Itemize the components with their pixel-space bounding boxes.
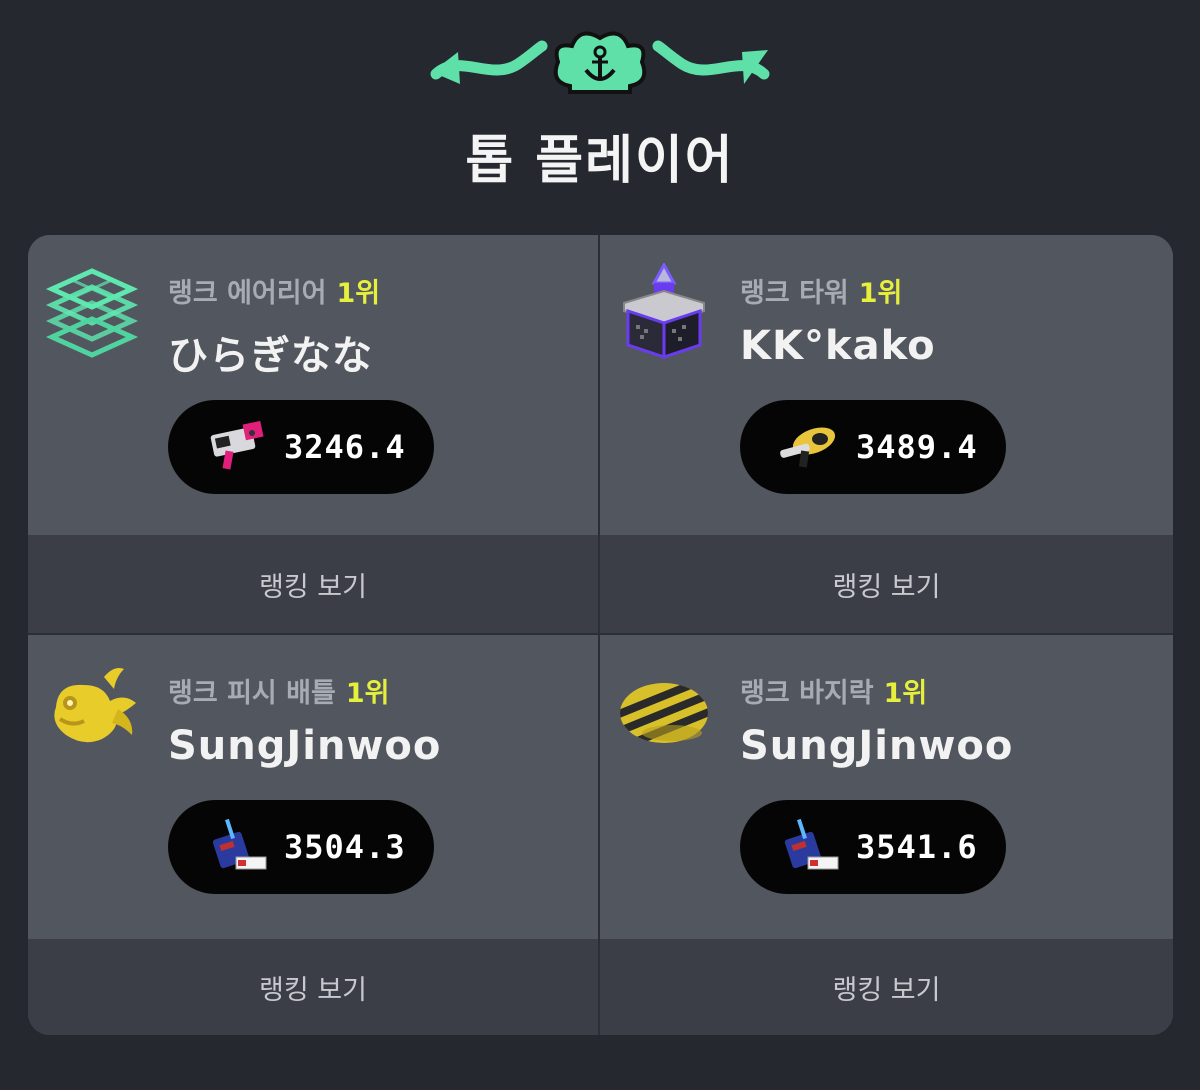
yellow-gun-icon [780,427,836,468]
view-ranking-link[interactable]: 랭킹 보기 [600,535,1173,633]
view-ranking-link[interactable]: 랭킹 보기 [28,535,598,633]
x-power-pill: 3504.3 [168,800,434,894]
x-power-value: 3541.6 [856,828,978,866]
golden-fish-icon [54,668,137,743]
player-name: SungJinwoo [740,723,1014,769]
view-ranking-link[interactable]: 랭킹 보기 [600,939,1173,1035]
x-power-value: 3504.3 [284,828,406,866]
mode-label: 랭크 에어리어 1위 [168,278,381,309]
mode-label: 랭크 바지락 1위 [740,678,928,709]
player-name: KK°kako [740,323,936,369]
top-player-card-rainmaker: 랭크 피시 배틀 1위 SungJinwoo 3504.3 랭킹 보기 [28,635,600,1035]
x-power-value: 3489.4 [856,428,978,466]
splat-zones-icon [45,268,139,358]
x-power-pill: 3246.4 [168,400,434,494]
blue-bag-weapon-icon [784,818,839,870]
striped-clam-icon [620,683,708,743]
top-player-card-clam-blitz: 랭크 바지락 1위 SungJinwoo 3541.6 랭킹 보기 [600,635,1173,1035]
x-power-pill: 3489.4 [740,400,1006,494]
rank-badge: 1위 [336,278,381,309]
top-player-card-splat-zones: 랭크 에어리어 1위 ひらぎなな 3246.4 랭킹 보기 [28,235,600,635]
player-name: ひらぎなな [168,333,373,379]
x-power-pill: 3541.6 [740,800,1006,894]
page-title: 톱 플레이어 [465,131,735,191]
blue-bag-weapon-icon [212,818,267,870]
x-power-value: 3246.4 [284,428,406,466]
top-players-panel: 랭크 에어리어 1위 ひらぎなな 3246.4 랭킹 보기 랭크 타워 1위 K… [28,235,1173,1035]
tower-control-icon [623,263,705,359]
player-name: SungJinwoo [168,723,442,769]
rank-badge: 1위 [345,678,390,709]
anchor-crown-emblem-icon [430,31,770,94]
mode-label: 랭크 피시 배틀 1위 [168,678,390,709]
top-player-card-tower-control: 랭크 타워 1위 KK°kako 3489.4 랭킹 보기 [600,235,1173,635]
mode-label: 랭크 타워 1위 [740,278,903,309]
pink-blaster-icon [210,420,264,470]
rank-badge: 1위 [858,278,903,309]
view-ranking-link[interactable]: 랭킹 보기 [28,939,598,1035]
rank-badge: 1위 [883,678,928,709]
